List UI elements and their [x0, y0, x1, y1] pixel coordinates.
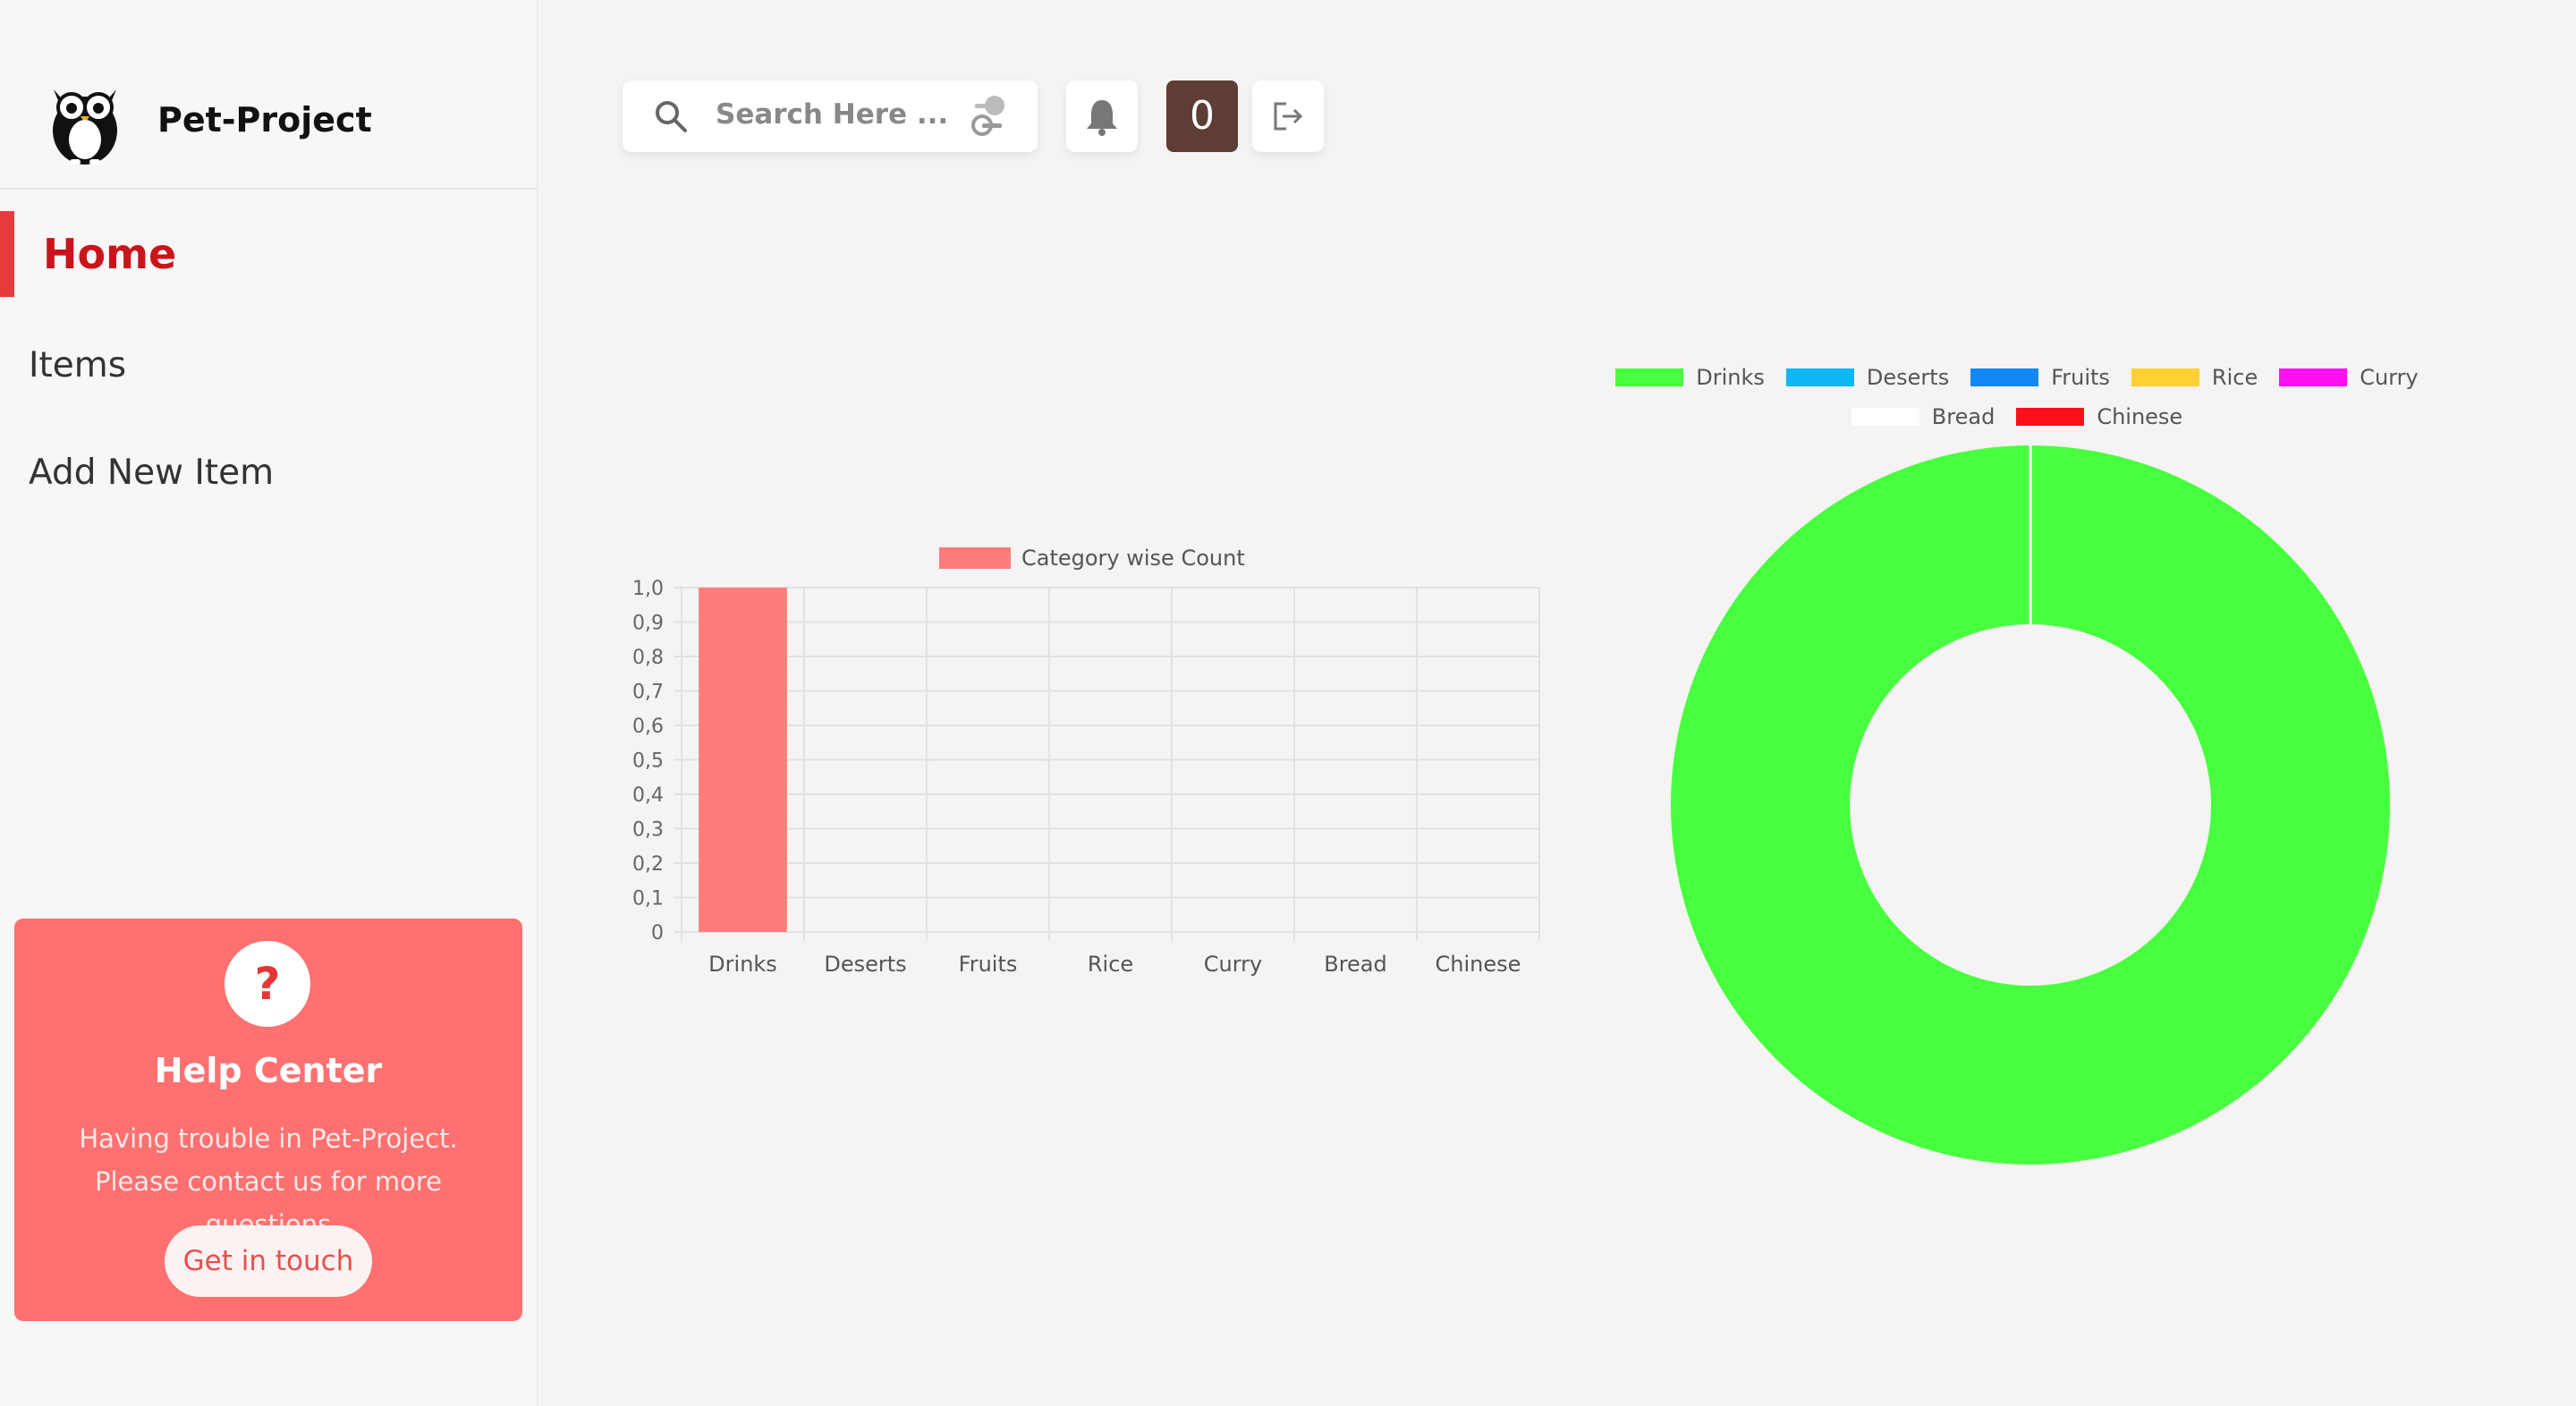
y-tick-label: 0,2: [632, 853, 664, 876]
search-box[interactable]: Search Here ...: [623, 80, 1038, 152]
legend-swatch: [1970, 368, 2039, 386]
bar-chart-legend: Category wise Count: [939, 546, 1245, 571]
brand-header: Pet-Project: [0, 0, 537, 190]
legend-label: Deserts: [1866, 365, 1950, 390]
nav-item-add-new-item[interactable]: Add New Item: [0, 429, 537, 515]
legend-item-bread[interactable]: Bread: [1851, 404, 1996, 429]
x-tick-label: Rice: [1088, 952, 1133, 977]
legend-swatch-category-count: [939, 547, 1011, 569]
x-tick-label: Drinks: [708, 952, 777, 977]
bar-chart: 0 0,1 0,2 0,3 0,4 0,5 0,6 0,7 0,8 0,9 1,0 Drinks Des…: [632, 578, 1540, 977]
nav-item-items[interactable]: Items: [0, 322, 537, 408]
legend-item-fruits[interactable]: Fruits: [1970, 365, 2110, 390]
nav-item-home[interactable]: Home: [0, 211, 537, 297]
y-tick-label: 0: [651, 922, 664, 944]
legend-label: Chinese: [2097, 404, 2183, 429]
sidebar: Pet-Project Home Items Add New Item ? He…: [0, 0, 538, 1406]
legend-item-drinks[interactable]: Drinks: [1615, 365, 1765, 390]
donut-chart-legend: Drinks Deserts Fruits Rice Curry Bread Chinese: [1592, 358, 2442, 436]
legend-row: Bread Chinese: [1592, 397, 2442, 436]
nav-label-items: Items: [29, 344, 127, 385]
y-tick-label: 1,0: [632, 578, 664, 600]
search-icon: [653, 98, 689, 138]
legend-row: Drinks Deserts Fruits Rice Curry: [1592, 358, 2442, 397]
bell-icon: [1087, 100, 1117, 136]
brand-name: Pet-Project: [157, 100, 372, 140]
x-tick-label: Fruits: [959, 952, 1018, 977]
y-tick-label: 0,6: [632, 716, 664, 738]
legend-item-chinese[interactable]: Chinese: [2016, 404, 2182, 429]
y-tick-label: 0,9: [632, 613, 664, 635]
bar-drinks[interactable]: [699, 588, 787, 932]
legend-swatch: [2131, 368, 2199, 386]
legend-item-curry[interactable]: Curry: [2279, 365, 2419, 390]
nav-label-add-new-item: Add New Item: [29, 452, 275, 493]
legend-label: Drinks: [1696, 365, 1765, 390]
legend-item-deserts[interactable]: Deserts: [1785, 365, 1950, 390]
owl-icon: [47, 77, 123, 170]
legend-swatch: [2279, 368, 2348, 386]
x-tick-label: Bread: [1324, 952, 1387, 977]
active-indicator: [0, 211, 14, 297]
y-tick-label: 0,5: [632, 750, 664, 773]
x-tick-label: Deserts: [824, 952, 906, 977]
y-tick-label: 0,1: [632, 888, 664, 911]
get-in-touch-button[interactable]: Get in touch: [165, 1225, 372, 1297]
legend-item-rice[interactable]: Rice: [2131, 365, 2258, 390]
notifications-button[interactable]: [1066, 80, 1138, 152]
nav-label-home: Home: [43, 230, 177, 278]
legend-swatch: [1615, 368, 1684, 386]
logout-icon: [1274, 102, 1303, 131]
legend-label: Rice: [2211, 365, 2258, 390]
y-tick-label: 0,4: [632, 784, 664, 807]
legend-label: Bread: [1931, 404, 1996, 429]
x-tick-label: Curry: [1204, 952, 1262, 977]
help-center-title: Help Center: [154, 1051, 383, 1090]
legend-swatch: [2016, 408, 2085, 426]
search-input[interactable]: Search Here ...: [716, 98, 948, 131]
y-tick-label: 0,7: [632, 682, 664, 704]
donut-chart: [1670, 445, 2390, 1165]
help-center-card: ? Help Center Having trouble in Pet-Proj…: [14, 919, 522, 1321]
x-tick-label: Chinese: [1436, 952, 1521, 977]
legend-label: Fruits: [2051, 365, 2110, 390]
y-tick-label: 0,3: [632, 819, 664, 842]
legend-label: Curry: [2360, 365, 2419, 390]
counter-badge[interactable]: 0: [1166, 80, 1238, 152]
legend-label-category-count: Category wise Count: [1021, 546, 1245, 571]
legend-swatch: [1785, 368, 1854, 386]
question-icon: ?: [225, 941, 310, 1027]
y-tick-label: 0,8: [632, 647, 664, 669]
logout-button[interactable]: [1252, 80, 1324, 152]
legend-swatch: [1851, 408, 1919, 426]
filter-toggle-icon[interactable]: [970, 93, 1009, 143]
